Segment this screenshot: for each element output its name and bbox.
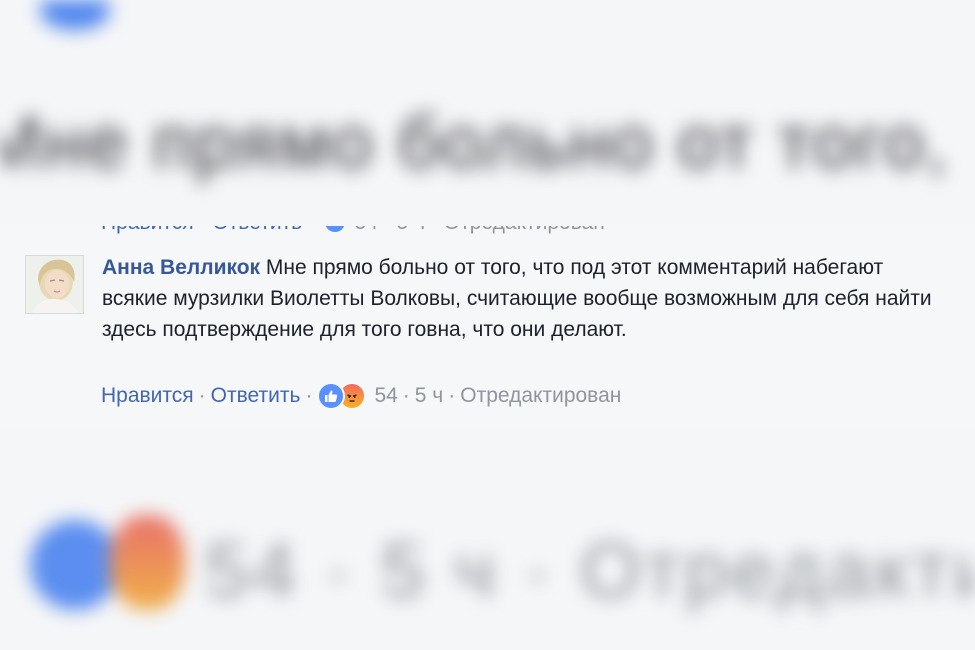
like-link[interactable]: Нравится — [101, 382, 194, 410]
previous-like-link[interactable]: Нравится — [101, 226, 194, 234]
reaction-count[interactable]: 54 — [374, 382, 397, 410]
previous-timestamp[interactable]: 5 ч — [397, 226, 425, 234]
comment-actions: Нравится · Ответить · 54 · 5 ч · Отредак… — [101, 382, 621, 410]
previous-like-reaction-icon[interactable] — [324, 226, 345, 232]
previous-edited-label: Отредактирован — [444, 226, 605, 234]
avatar-portrait-icon — [26, 256, 83, 313]
previous-reaction-count[interactable]: 54 — [355, 226, 378, 234]
blurred-like-icon — [30, 520, 120, 610]
timestamp-link[interactable]: 5 ч — [415, 382, 443, 410]
avatar[interactable] — [25, 255, 84, 314]
previous-comment-actions: Нравится · Ответить · 54 · 5 ч · Отредак… — [101, 226, 605, 235]
comment-author-link[interactable]: Анна Велликок — [102, 256, 260, 279]
separator: · — [448, 384, 456, 407]
comment-body: Анна Велликок Мне прямо больно от того, … — [102, 252, 942, 345]
separator: · — [198, 384, 206, 407]
separator: · — [402, 384, 410, 407]
blurred-reaction-shape — [40, 0, 110, 30]
blurred-angry-icon — [110, 515, 185, 610]
comment-strip: Нравится · Ответить · 54 · 5 ч · Отредак… — [0, 226, 975, 426]
reply-link[interactable]: Ответить — [211, 382, 301, 410]
reactions-summary[interactable] — [317, 382, 367, 410]
blurred-meta-text: 54 · 5 ч · Отредактирован — [205, 526, 975, 614]
edited-label[interactable]: Отредактирован — [460, 382, 621, 410]
blurred-comment-text: Мне прямо больно от того, что под этот к… — [0, 101, 975, 184]
separator: · — [305, 384, 313, 407]
previous-reply-link[interactable]: Ответить — [212, 226, 302, 234]
